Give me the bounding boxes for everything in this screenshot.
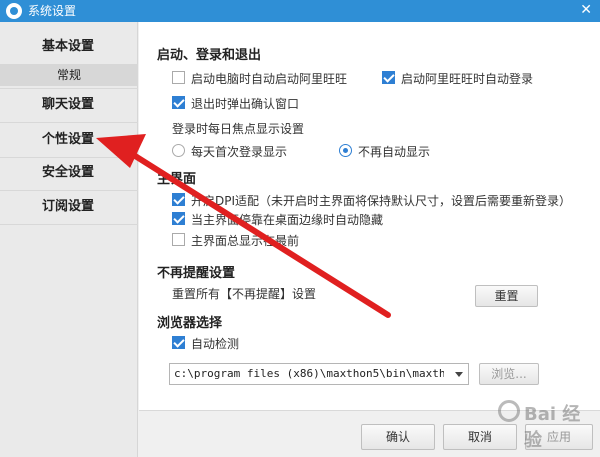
section-title-reminder: 不再提醒设置: [157, 266, 236, 281]
section-title-startup: 启动、登录和退出: [157, 48, 262, 63]
focus-setting-label: 登录时每日焦点显示设置: [172, 122, 305, 136]
autohide-checkbox[interactable]: [172, 212, 185, 225]
sidebar-item-chat[interactable]: 聊天设置: [0, 90, 138, 120]
focus-never-radio[interactable]: [339, 144, 352, 157]
baidu-watermark: Bai 经验: [468, 392, 588, 451]
sidebar-divider: [0, 224, 138, 225]
focus-daily-radio[interactable]: [172, 144, 185, 157]
sidebar-item-basic[interactable]: 基本设置: [0, 32, 138, 62]
always-on-top-label: 主界面总显示在最前: [191, 234, 300, 248]
auto-detect-checkbox[interactable]: [172, 336, 185, 349]
sidebar-item-personal[interactable]: 个性设置: [0, 125, 138, 155]
browser-path-select[interactable]: c:\program files (x86)\maxthon5\bin\maxt…: [169, 363, 469, 385]
paw-logo-icon: [498, 400, 520, 422]
focus-never-label: 不再自动显示: [358, 145, 431, 159]
focus-daily-label: 每天首次登录显示: [191, 145, 288, 159]
browse-button[interactable]: 浏览...: [479, 363, 539, 385]
settings-panel: 启动、登录和退出 启动电脑时自动启动阿里旺旺 启动阿里旺旺时自动登录 退出时弹出…: [139, 22, 600, 410]
sidebar-divider: [0, 122, 138, 123]
always-on-top-checkbox[interactable]: [172, 233, 185, 246]
dpi-checkbox[interactable]: [172, 193, 185, 206]
section-title-browser: 浏览器选择: [157, 316, 223, 331]
exit-confirm-label: 退出时弹出确认窗口: [191, 97, 300, 111]
settings-sidebar: 基本设置 常规 聊天设置 个性设置 安全设置 订阅设置: [0, 22, 138, 457]
app-logo-icon: [6, 3, 22, 19]
chevron-down-icon[interactable]: [455, 372, 463, 377]
confirm-button[interactable]: 确认: [361, 424, 435, 450]
autostart-label: 启动电脑时自动启动阿里旺旺: [191, 72, 348, 86]
sidebar-divider: [0, 88, 138, 89]
autostart-checkbox[interactable]: [172, 71, 185, 84]
window-title: 系统设置: [28, 4, 77, 18]
autologin-label: 启动阿里旺旺时自动登录: [401, 72, 534, 86]
watermark-text: Bai 经验: [524, 404, 581, 451]
dpi-label: 开启DPI适配（未开启时主界面将保持默认尺寸，设置后需要重新登录）: [191, 194, 572, 208]
reset-reminder-label: 重置所有【不再提醒】设置: [172, 287, 317, 301]
section-title-main-ui: 主界面: [157, 172, 197, 187]
browser-path-value: c:\program files (x86)\maxthon5\bin\maxt…: [174, 367, 444, 380]
sidebar-item-general[interactable]: 常规: [0, 64, 138, 86]
close-icon[interactable]: ✕: [580, 1, 592, 19]
title-bar: 系统设置 ✕: [0, 0, 600, 22]
sidebar-divider: [0, 190, 138, 191]
sidebar-item-subscription[interactable]: 订阅设置: [0, 192, 138, 222]
reset-button[interactable]: 重置: [475, 285, 538, 307]
exit-confirm-checkbox[interactable]: [172, 96, 185, 109]
autohide-label: 当主界面停靠在桌面边缘时自动隐藏: [191, 213, 384, 227]
auto-detect-label: 自动检测: [191, 337, 240, 351]
autologin-checkbox[interactable]: [382, 71, 395, 84]
sidebar-item-security[interactable]: 安全设置: [0, 158, 138, 188]
